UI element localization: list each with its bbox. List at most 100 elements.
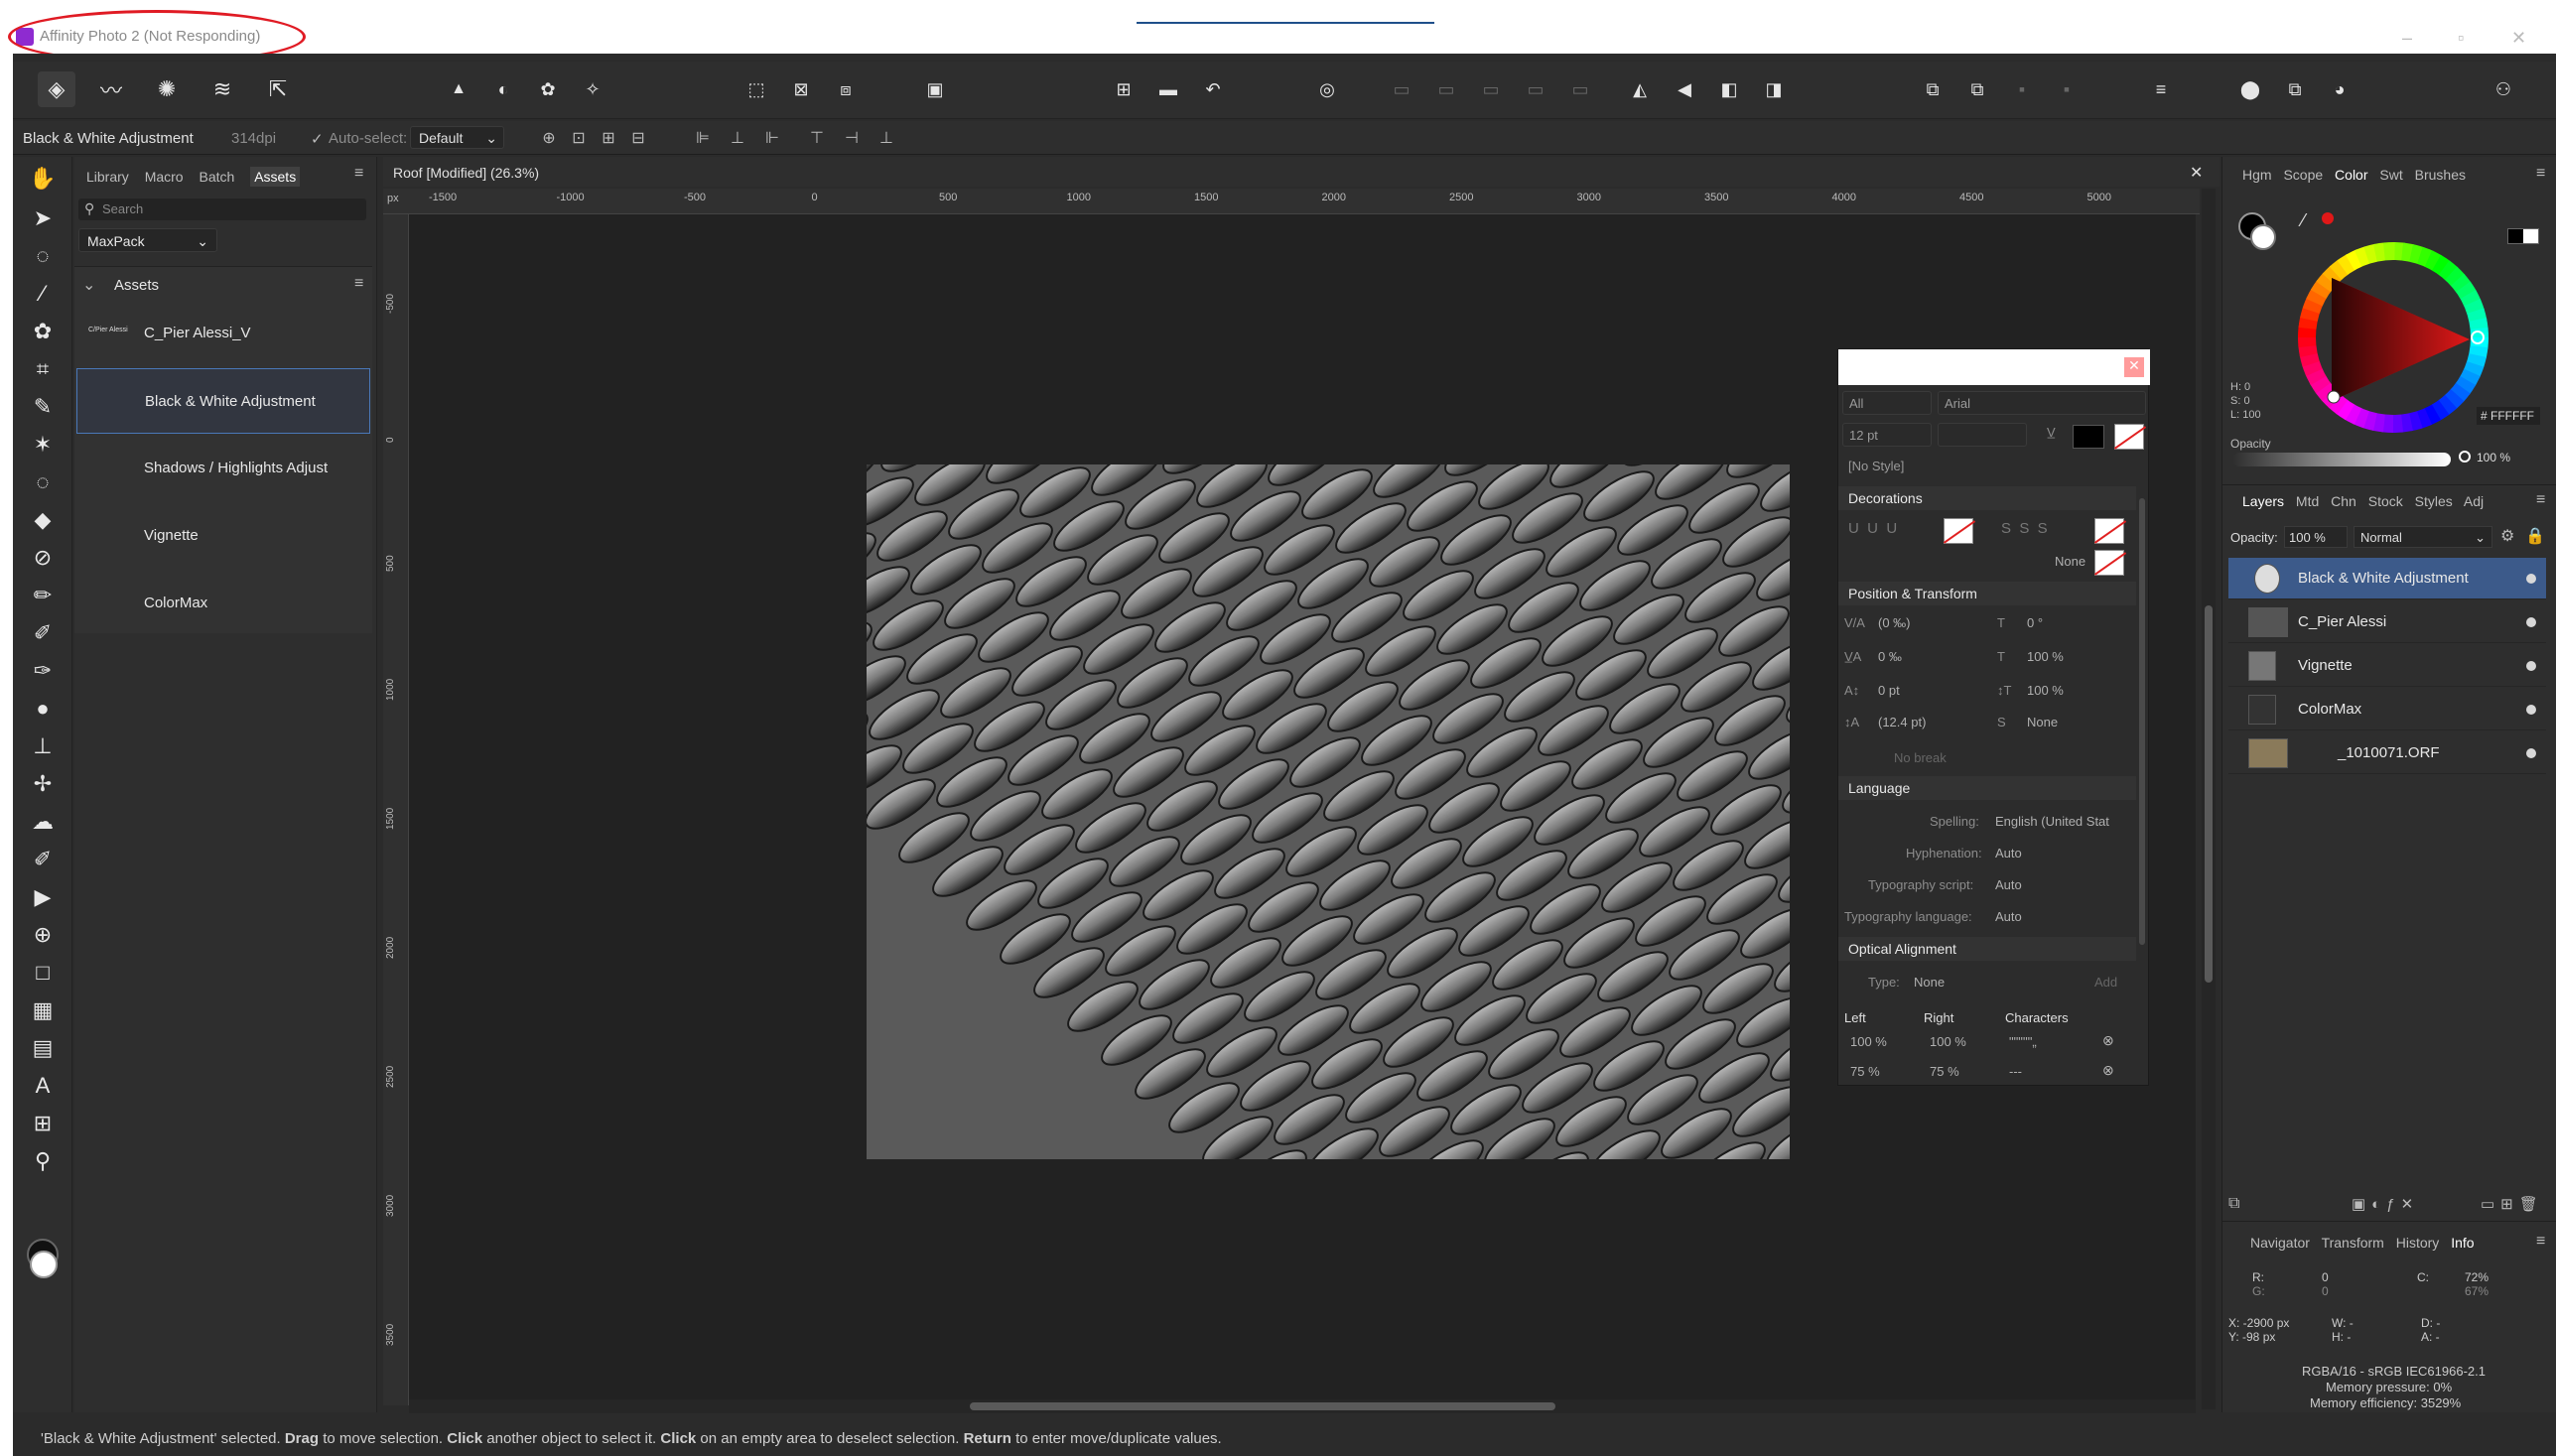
- visibility-dot[interactable]: [2526, 617, 2536, 627]
- asset-item[interactable]: Shadows / Highlights Adjust: [76, 436, 370, 501]
- insert-inside-icon[interactable]: ⬤: [2231, 71, 2269, 107]
- type-dropdown[interactable]: None: [1914, 975, 1945, 990]
- selection-brush-icon[interactable]: ✿: [27, 316, 59, 347]
- arrange-front-icon[interactable]: ⧉: [1958, 71, 1996, 107]
- visibility-dot[interactable]: [2526, 574, 2536, 584]
- insert-behind-icon[interactable]: ⧉: [2276, 71, 2314, 107]
- text-fill-swatch[interactable]: [2073, 425, 2104, 449]
- tab-macro[interactable]: Macro: [145, 169, 184, 185]
- color-icon[interactable]: ◕: [2321, 71, 2358, 107]
- search-input[interactable]: ⚲ Search: [78, 199, 366, 220]
- quick-mask-icon[interactable]: ▣: [916, 71, 954, 107]
- transparency-tool-icon[interactable]: ▦: [27, 994, 59, 1026]
- delete-row-icon[interactable]: ⊗: [2102, 1032, 2114, 1049]
- secondary-color-swatch[interactable]: [30, 1251, 58, 1278]
- asset-item-selected[interactable]: Black & White Adjustment: [76, 368, 370, 434]
- hex-input[interactable]: # FFFFFF: [2477, 407, 2540, 425]
- flood-select-icon[interactable]: ✶: [27, 429, 59, 461]
- auto-levels-icon[interactable]: ▲: [440, 71, 477, 107]
- asset-item[interactable]: C/Pier Alessi C_Pier Alessi_V: [76, 301, 370, 366]
- shear-value[interactable]: 0 °: [2027, 615, 2043, 630]
- tab-layers[interactable]: Layers: [2242, 493, 2284, 509]
- undo-icon[interactable]: ↶: [1194, 71, 1232, 107]
- blend-mode-dropdown[interactable]: Normal ⌄: [2354, 526, 2492, 548]
- invert-selection-icon[interactable]: ⧈: [827, 71, 865, 107]
- tab-stock[interactable]: Stock: [2368, 493, 2403, 509]
- black-white-swatch[interactable]: [2507, 228, 2539, 244]
- dodge-brush-icon[interactable]: ✑: [27, 655, 59, 687]
- erase-brush-icon[interactable]: ✐: [27, 617, 59, 649]
- decoration-fill-swatch[interactable]: [2094, 550, 2124, 576]
- tab-histogram[interactable]: Hgm: [2242, 167, 2272, 183]
- panel-menu-icon[interactable]: ≡: [354, 165, 363, 183]
- no-break-checkbox[interactable]: No break: [1894, 750, 1947, 765]
- asset-item[interactable]: Vignette: [76, 503, 370, 569]
- tab-history[interactable]: History: [2396, 1235, 2440, 1251]
- decorations-section[interactable]: Decorations: [1838, 486, 2136, 510]
- layers-footer-icon[interactable]: ⧉: [2228, 1195, 2239, 1213]
- horizontal-scrollbar[interactable]: [409, 1399, 2196, 1413]
- text-background-swatch[interactable]: [2114, 424, 2144, 450]
- boolean-xor-icon[interactable]: ▭: [1517, 71, 1554, 107]
- align-middle-icon[interactable]: ⊣: [842, 128, 862, 148]
- tone-mapping-persona-icon[interactable]: ≋: [203, 71, 241, 107]
- layer-row-colormax[interactable]: ColorMax: [2228, 689, 2546, 730]
- tab-navigator[interactable]: Navigator: [2250, 1235, 2310, 1251]
- section-menu-icon[interactable]: ≡: [354, 275, 363, 293]
- align-right-icon[interactable]: ⊩: [762, 128, 782, 148]
- tab-metadata[interactable]: Mtd: [2296, 493, 2319, 509]
- visibility-dot[interactable]: [2526, 661, 2536, 671]
- layer-group-icons[interactable]: ▭⊞🗑: [2481, 1195, 2544, 1213]
- blur-brush-icon[interactable]: ●: [27, 693, 59, 725]
- snapping-options-icon[interactable]: ⊟: [628, 128, 648, 148]
- horizontal-scroll-thumb[interactable]: [970, 1402, 1555, 1410]
- row2-right[interactable]: 75 %: [1930, 1064, 1959, 1079]
- scale-vertical-value[interactable]: 100 %: [2027, 683, 2064, 698]
- language-section[interactable]: Language: [1838, 776, 2136, 800]
- smudge-brush-icon[interactable]: ☁: [27, 806, 59, 838]
- panel-scrollbar[interactable]: [2139, 498, 2145, 945]
- text-tool-icon[interactable]: A: [27, 1070, 59, 1102]
- boolean-add-icon[interactable]: ▭: [1383, 71, 1420, 107]
- auto-colors-icon[interactable]: ✿: [529, 71, 567, 107]
- panel-menu-icon[interactable]: ≡: [2536, 165, 2545, 183]
- gradient-fill-icon[interactable]: ▤: [27, 1032, 59, 1064]
- add-button[interactable]: Add: [2094, 975, 2117, 990]
- fill-tool-icon[interactable]: ◆: [27, 504, 59, 536]
- auto-select-checkbox[interactable]: ✓: [311, 130, 324, 148]
- close-document-icon[interactable]: ✕: [2190, 163, 2203, 183]
- tab-styles[interactable]: Styles: [2415, 493, 2453, 509]
- layer-action-icons[interactable]: ▣◐ƒ✕: [2352, 1195, 2419, 1213]
- color-wheel[interactable]: [2294, 238, 2492, 437]
- typography-script-dropdown[interactable]: Auto: [1995, 877, 2022, 892]
- photo-persona-icon[interactable]: ◈: [38, 71, 75, 107]
- layer-row-orf[interactable]: _1010071.ORF: [2228, 732, 2546, 774]
- document-tab[interactable]: Roof [Modified] (26.3%): [393, 165, 539, 181]
- font-style-dropdown[interactable]: [1938, 423, 2027, 447]
- collapse-icon[interactable]: ⌄: [82, 275, 95, 295]
- panel-titlebar[interactable]: [1838, 349, 2150, 385]
- rotate-left-icon[interactable]: ◧: [1710, 71, 1748, 107]
- deselect-icon[interactable]: ⊠: [782, 71, 820, 107]
- show-alignment-handles-icon[interactable]: ⊞: [599, 128, 618, 148]
- category-dropdown[interactable]: MaxPack ⌄: [78, 228, 217, 252]
- underline-icons[interactable]: U U U: [1848, 520, 1897, 537]
- clone-stamp-icon[interactable]: ⊥: [27, 730, 59, 762]
- lock-icon[interactable]: 🔒: [2525, 526, 2545, 546]
- move-tool-icon[interactable]: ➤: [27, 202, 59, 234]
- close-window-icon[interactable]: ✕: [2511, 28, 2526, 49]
- leading-value[interactable]: (12.4 pt): [1878, 715, 1926, 729]
- mesh-warp-icon[interactable]: ⊕: [27, 919, 59, 951]
- freehand-selection-icon[interactable]: ◌: [27, 240, 59, 272]
- color-picker-icon[interactable]: ⁄: [27, 278, 59, 310]
- export-persona-icon[interactable]: ⇱: [259, 71, 297, 107]
- align-center-icon[interactable]: ⊥: [728, 128, 747, 148]
- visibility-dot[interactable]: [2526, 705, 2536, 715]
- row2-chars[interactable]: ---: [2009, 1064, 2022, 1079]
- brush-tool-icon[interactable]: ✏: [27, 580, 59, 611]
- stroke-swatch[interactable]: [2250, 224, 2276, 250]
- roof-tiles-photo[interactable]: [867, 464, 1790, 1159]
- select-all-icon[interactable]: ⬚: [738, 71, 775, 107]
- mesh-tool-icon[interactable]: ⊞: [27, 1108, 59, 1139]
- strikethrough-icons[interactable]: S S S: [2001, 520, 2048, 537]
